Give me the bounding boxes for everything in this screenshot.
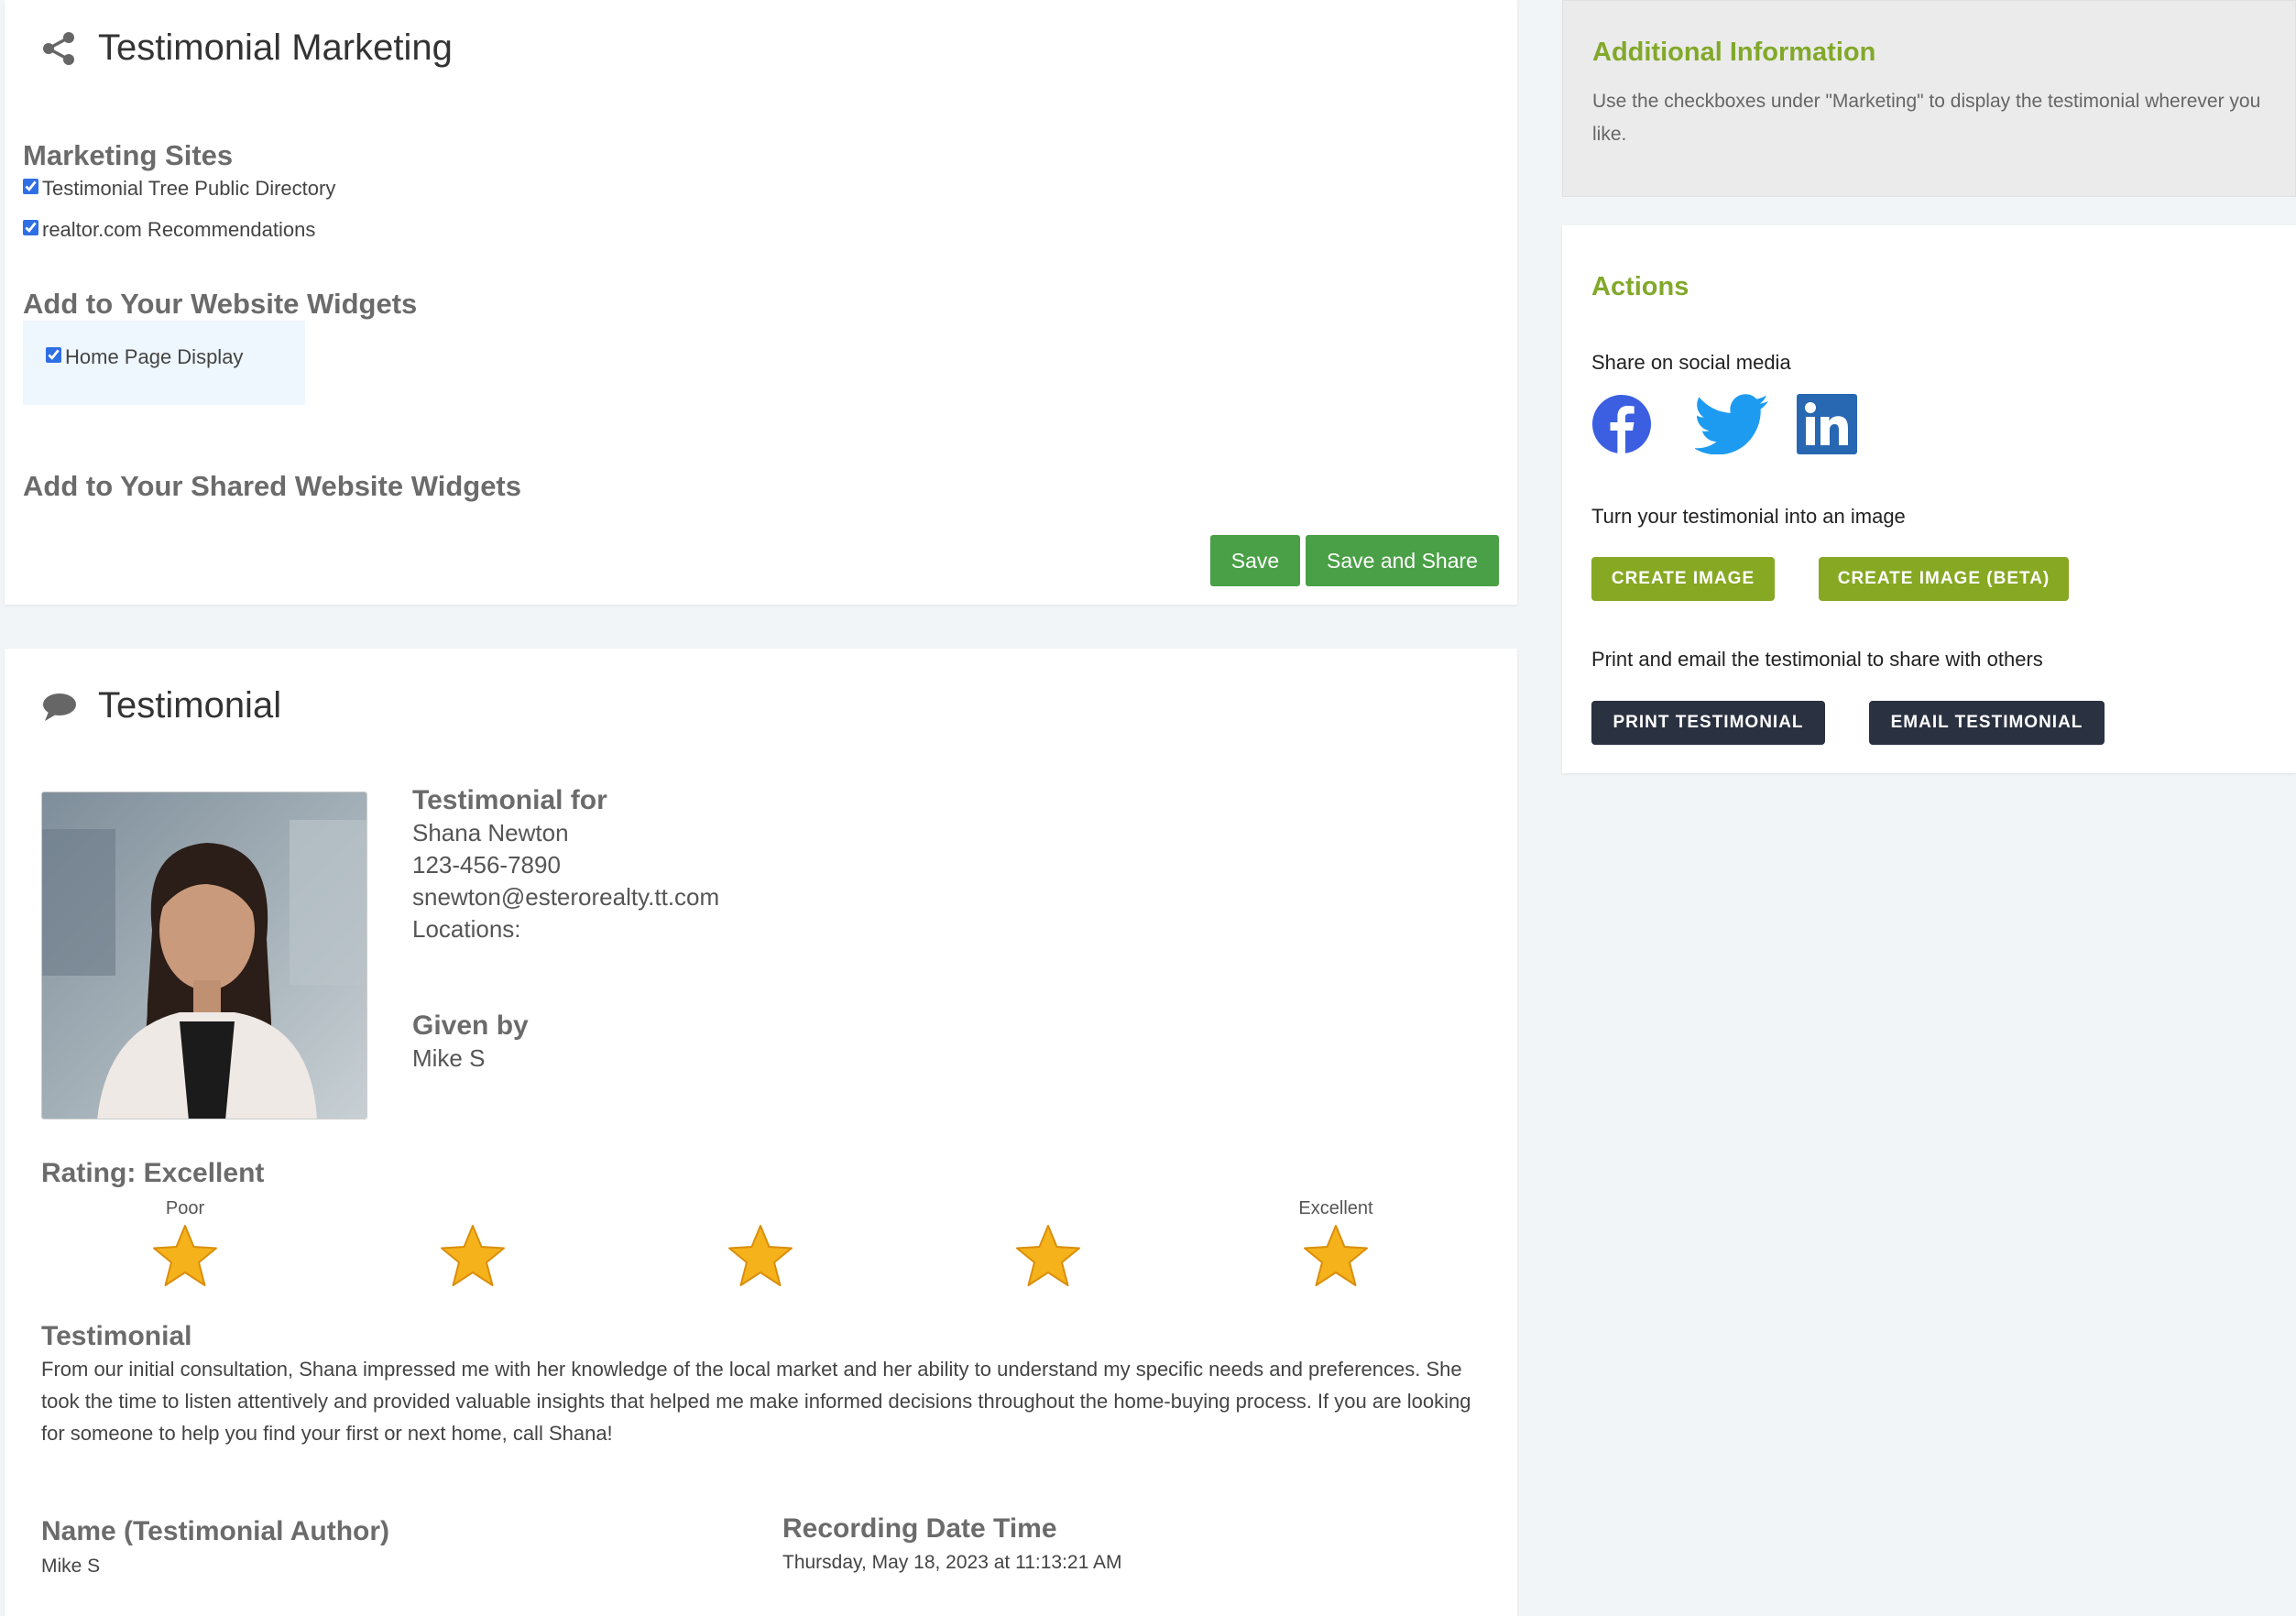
site-realtor[interactable]: realtor.com Recommendations	[23, 218, 315, 242]
rating-title: Rating: Excellent	[41, 1158, 265, 1188]
star-caption	[705, 1196, 815, 1220]
twitter-icon[interactable]	[1695, 394, 1770, 454]
additional-info-panel: Additional Information Use the checkboxe…	[1562, 0, 2296, 197]
star-icon	[441, 1225, 505, 1286]
star-caption	[418, 1196, 528, 1220]
save-and-share-button[interactable]: Save and Share	[1306, 535, 1499, 586]
testimonial-title-text: Testimonial	[98, 685, 282, 726]
star-caption	[993, 1196, 1103, 1220]
site-label: Testimonial Tree Public Directory	[42, 177, 336, 200]
save-button[interactable]: Save	[1210, 535, 1300, 586]
agent-name: Shana Newton	[412, 819, 569, 846]
print-email-label: Print and email the testimonial to share…	[1591, 648, 2043, 671]
site-realtor-checkbox[interactable]	[23, 219, 38, 235]
widget-home-page-display[interactable]: Home Page Display	[46, 345, 243, 369]
shared-widgets-heading: Add to Your Shared Website Widgets	[23, 470, 521, 502]
speech-bubble-icon	[43, 693, 76, 721]
email-testimonial-button[interactable]: EMAIL TESTIMONIAL	[1869, 701, 2105, 745]
widget-home-page-checkbox[interactable]	[46, 346, 61, 363]
actions-title: Actions	[1591, 272, 1689, 301]
share-social-label: Share on social media	[1591, 351, 1791, 374]
agent-info: Testimonial for Shana Newton 123-456-789…	[412, 784, 719, 1075]
marketing-title-text: Testimonial Marketing	[98, 27, 453, 68]
locations-label: Locations:	[412, 915, 521, 943]
given-by-name: Mike S	[412, 1044, 486, 1072]
site-testimonial-tree-checkbox[interactable]	[23, 178, 38, 194]
widget-label: Home Page Display	[65, 345, 244, 368]
star-caption: Poor	[165, 1198, 205, 1218]
facebook-icon[interactable]	[1591, 394, 1652, 454]
testimonial-card: Testimonial Testimonial for Shana Newton…	[5, 649, 1517, 1616]
star-icon	[728, 1225, 793, 1286]
marketing-sites-heading: Marketing Sites	[23, 139, 234, 171]
author-label: Name (Testimonial Author)	[41, 1516, 390, 1546]
marketing-title: Testimonial Marketing	[41, 27, 453, 69]
recording-date-label: Recording Date Time	[782, 1513, 1057, 1544]
linkedin-icon[interactable]	[1797, 394, 1857, 454]
testimonial-body: From our initial consultation, Shana imp…	[41, 1358, 1471, 1445]
agent-phone: 123-456-7890	[412, 851, 561, 879]
rating-star: Poor	[130, 1196, 240, 1288]
site-label: realtor.com Recommendations	[42, 218, 316, 241]
author-value: Mike S	[41, 1556, 101, 1577]
star-icon	[1304, 1225, 1368, 1286]
additional-info-text: Use the checkboxes under "Marketing" to …	[1592, 91, 2261, 145]
agent-email: snewton@esterorealty.tt.com	[412, 883, 720, 911]
share-icon	[43, 31, 74, 65]
agent-photo	[41, 792, 367, 1119]
testimonial-title: Testimonial	[41, 685, 281, 726]
image-label: Turn your testimonial into an image	[1591, 505, 1906, 528]
rating-star	[418, 1196, 528, 1288]
create-image-beta-button[interactable]: CREATE IMAGE (BETA)	[1819, 557, 2069, 601]
create-image-button[interactable]: CREATE IMAGE	[1591, 557, 1775, 601]
rating-star: Excellent	[1281, 1196, 1391, 1288]
actions-panel: Actions Share on social media Turn your …	[1562, 225, 2296, 773]
rating-star	[993, 1196, 1103, 1288]
additional-info-title: Additional Information	[1592, 38, 1876, 67]
recording-date-value: Thursday, May 18, 2023 at 11:13:21 AM	[782, 1552, 1122, 1573]
print-testimonial-button[interactable]: PRINT TESTIMONIAL	[1591, 701, 1825, 745]
given-by-heading: Given by	[412, 1010, 529, 1041]
marketing-card: Testimonial Marketing Marketing Sites Te…	[5, 0, 1517, 605]
site-testimonial-tree[interactable]: Testimonial Tree Public Directory	[23, 177, 335, 201]
star-icon	[153, 1225, 217, 1286]
website-widgets-heading: Add to Your Website Widgets	[23, 288, 418, 320]
testimonial-body-heading: Testimonial	[41, 1321, 192, 1351]
rating-star	[705, 1196, 815, 1288]
testimonial-for-heading: Testimonial for	[412, 785, 607, 815]
star-caption: Excellent	[1298, 1198, 1373, 1218]
star-icon	[1016, 1225, 1080, 1286]
